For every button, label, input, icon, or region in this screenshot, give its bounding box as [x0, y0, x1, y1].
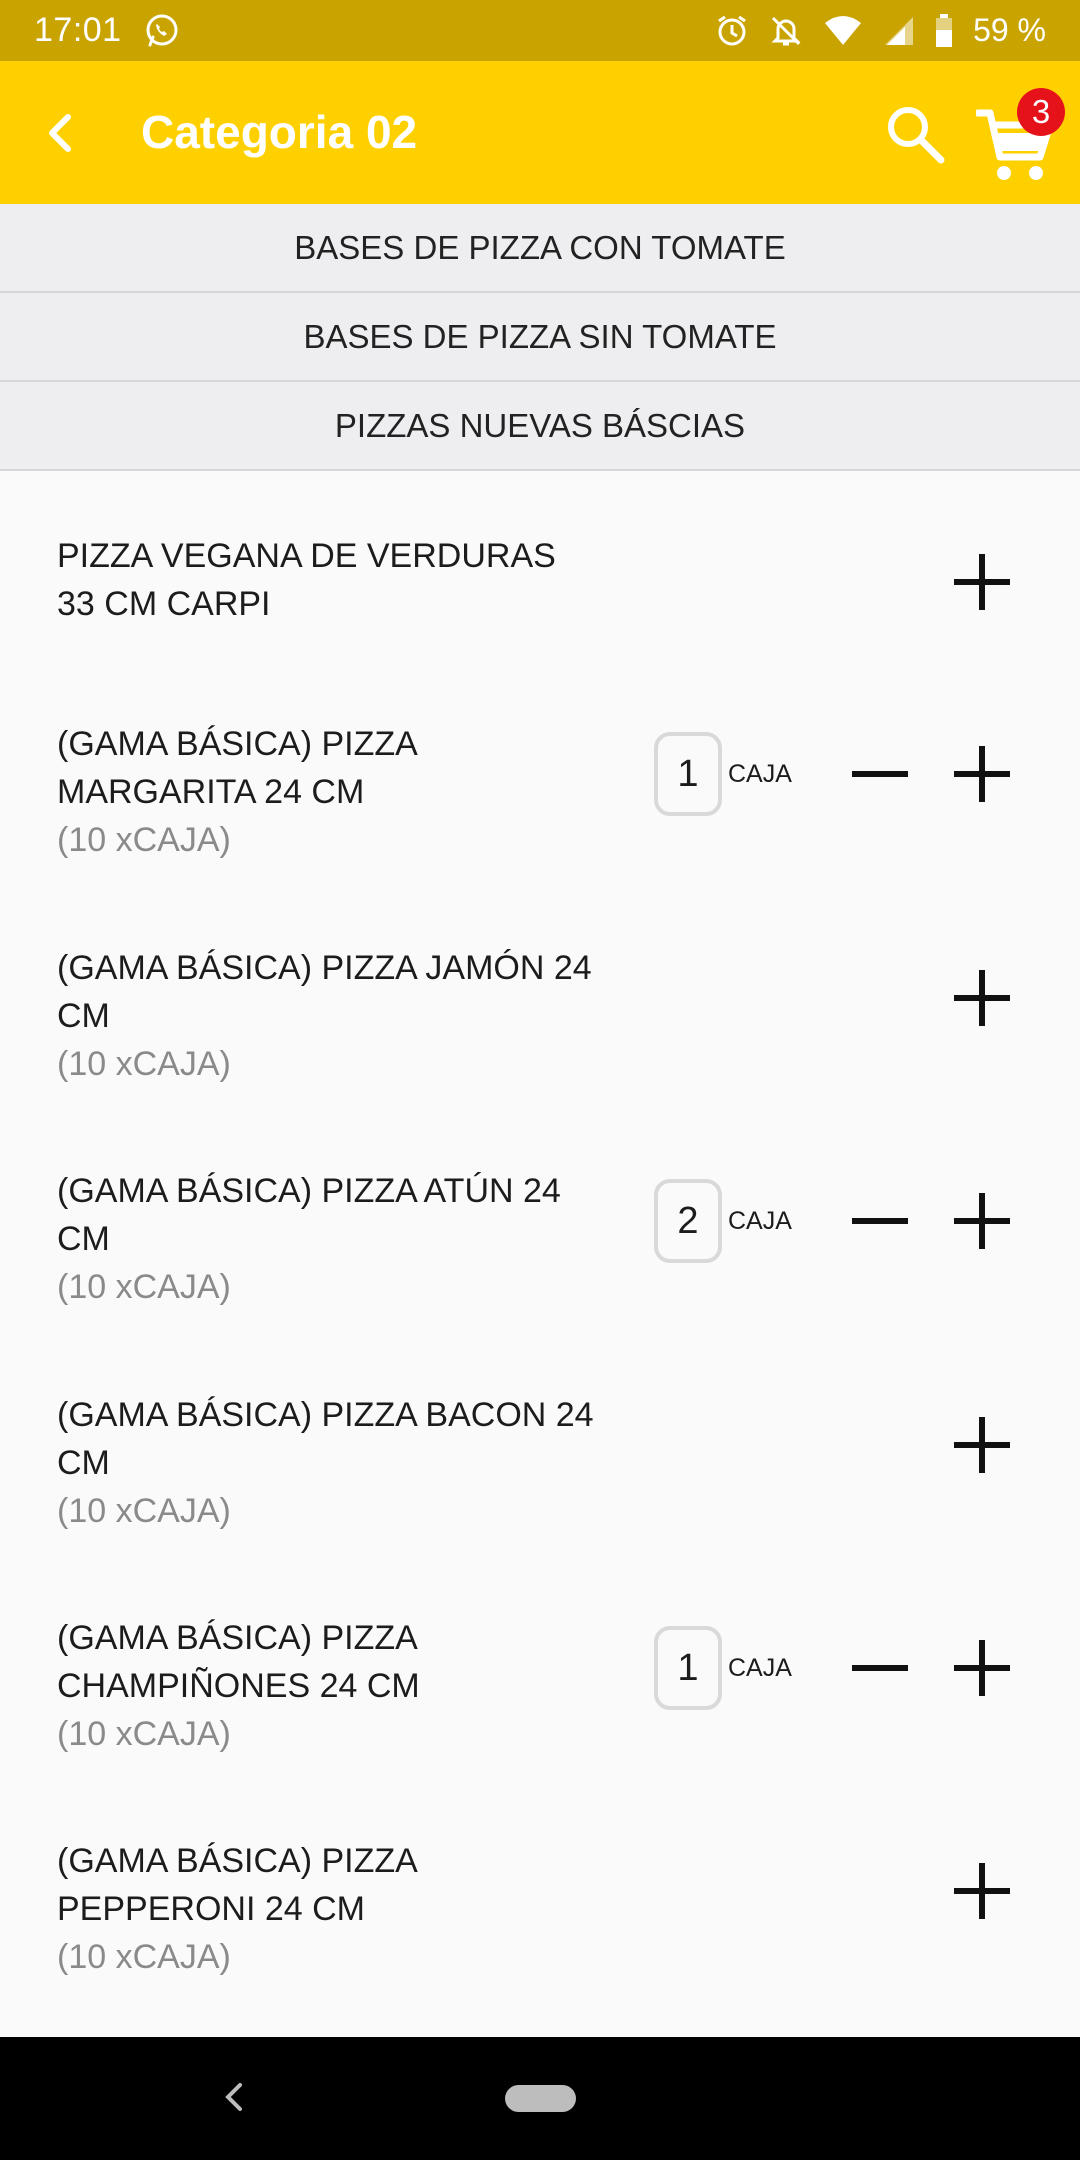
subcategory-label: BASES DE PIZZA SIN TOMATE — [303, 317, 777, 355]
signal-icon — [883, 15, 915, 47]
product-item[interactable]: (GAMA BÁSICA) PIZZA PEPPERONI 24 CM (10 … — [0, 1837, 1080, 2061]
product-unit: (10 xCAJA) — [57, 821, 231, 859]
product-unit: (10 xCAJA) — [57, 1492, 231, 1530]
product-item[interactable]: (GAMA BÁSICA) PIZZA BACON 24 CM (10 xCAJ… — [0, 1391, 1080, 1615]
quantity-unit: CAJA — [728, 1654, 792, 1682]
product-item[interactable]: (GAMA BÁSICA) PIZZA ATÚN 24 CM (10 xCAJA… — [0, 1167, 1080, 1391]
plus-icon[interactable] — [952, 1861, 1012, 1921]
product-name: PIZZA VEGANA DE VERDURAS 33 CM CARPI — [57, 537, 556, 623]
plus-icon[interactable] — [952, 552, 1012, 612]
alarm-icon — [715, 14, 749, 48]
product-unit: (10 xCAJA) — [57, 1715, 231, 1753]
quantity-unit: CAJA — [728, 1207, 792, 1235]
product-item[interactable]: (GAMA BÁSICA) PIZZA JAMÓN 24 CM (10 xCAJ… — [0, 944, 1080, 1168]
quantity-field[interactable]: 1 — [654, 732, 722, 816]
minus-icon[interactable] — [850, 744, 910, 804]
quantity-field[interactable]: 2 — [654, 1179, 722, 1263]
status-bar: 17:01 59 % — [0, 0, 1080, 61]
product-unit: (10 xCAJA) — [57, 1268, 231, 1306]
cart-badge: 3 — [1017, 88, 1065, 136]
plus-icon[interactable] — [952, 744, 1012, 804]
page-title: Categoria 02 — [141, 106, 418, 158]
subcategory-item[interactable]: BASES DE PIZZA CON TOMATE — [0, 204, 1080, 293]
plus-icon[interactable] — [952, 1191, 1012, 1251]
subcategory-label: PIZZAS NUEVAS BÁSCIAS — [334, 406, 746, 444]
product-name: (GAMA BÁSICA) PIZZA ATÚN 24 CM — [57, 1172, 561, 1258]
app-bar: Categoria 02 — [0, 61, 1080, 204]
minus-icon[interactable] — [850, 1638, 910, 1698]
search-icon[interactable] — [882, 101, 948, 167]
product-name: (GAMA BÁSICA) PIZZA PEPPERONI 24 CM — [57, 1842, 416, 1928]
product-name: (GAMA BÁSICA) PIZZA CHAMPIÑONES 24 CM — [57, 1619, 420, 1705]
product-name: (GAMA BÁSICA) PIZZA MARGARITA 24 CM — [57, 725, 416, 811]
product-item[interactable]: (GAMA BÁSICA) PIZZA MARGARITA 24 CM (10 … — [0, 720, 1080, 944]
product-item[interactable]: (GAMA BÁSICA) PIZZA CHAMPIÑONES 24 CM (1… — [0, 1614, 1080, 1838]
product-unit: (10 xCAJA) — [57, 1938, 231, 1976]
subcategory-item[interactable]: BASES DE PIZZA SIN TOMATE — [0, 293, 1080, 382]
home-pill-icon[interactable] — [505, 2085, 576, 2112]
plus-icon[interactable] — [952, 968, 1012, 1028]
status-time: 17:01 — [34, 11, 122, 49]
back-arrow-icon[interactable] — [30, 101, 94, 165]
plus-icon[interactable] — [952, 1415, 1012, 1475]
whatsapp-icon — [144, 12, 182, 50]
minus-icon[interactable] — [850, 1191, 910, 1251]
battery-icon — [935, 13, 953, 48]
battery-percent: 59 % — [973, 12, 1046, 48]
navigation-bar — [0, 2037, 1080, 2160]
product-unit: (10 xCAJA) — [57, 1045, 231, 1083]
quantity-unit: CAJA — [728, 760, 792, 788]
subcategory-label: BASES DE PIZZA CON TOMATE — [294, 228, 786, 266]
subcategory-item[interactable]: PIZZAS NUEVAS BÁSCIAS — [0, 382, 1080, 471]
product-name: (GAMA BÁSICA) PIZZA JAMÓN 24 CM — [57, 949, 592, 1035]
nav-back-icon[interactable] — [218, 2075, 248, 2119]
notifications-off-icon — [769, 14, 803, 48]
product-name: (GAMA BÁSICA) PIZZA BACON 24 CM — [57, 1396, 594, 1482]
quantity-field[interactable]: 1 — [654, 1626, 722, 1710]
wifi-icon — [823, 15, 863, 47]
subcategory-list: BASES DE PIZZA CON TOMATE BASES DE PIZZA… — [0, 204, 1080, 471]
plus-icon[interactable] — [952, 1638, 1012, 1698]
